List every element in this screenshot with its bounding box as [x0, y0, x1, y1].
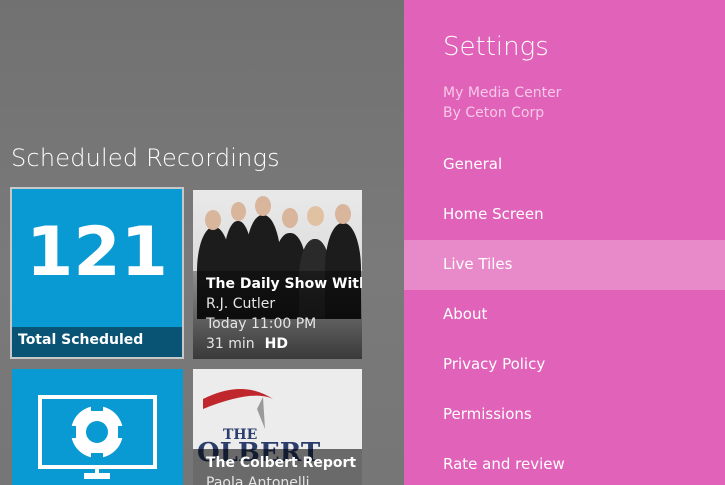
total-count: 121	[26, 213, 168, 292]
settings-item-rate-review[interactable]: Rate and review	[404, 440, 725, 485]
settings-item-live-tiles[interactable]: Live Tiles	[404, 240, 725, 290]
recording-tile-daily-show[interactable]: The Daily Show With Jon Stewart R.J. Cut…	[193, 190, 362, 359]
settings-item-home-screen[interactable]: Home Screen	[404, 190, 725, 240]
total-scheduled-tile[interactable]: 121 Total Scheduled	[10, 187, 184, 359]
show-duration: 31 min	[206, 336, 255, 352]
settings-item-about[interactable]: About	[404, 290, 725, 340]
settings-pane: Settings My Media Center By Ceton Corp G…	[404, 0, 725, 485]
app-publisher: By Ceton Corp	[443, 105, 545, 121]
hd-badge: HD	[264, 336, 289, 352]
show-subtitle: R.J. Cutler	[206, 296, 276, 312]
settings-title: Settings	[443, 32, 549, 62]
settings-item-permissions[interactable]: Permissions	[404, 390, 725, 440]
settings-item-general[interactable]: General	[404, 140, 725, 190]
settings-tile[interactable]	[12, 369, 183, 485]
app-name: My Media Center	[443, 85, 562, 101]
section-title: Scheduled Recordings	[11, 144, 280, 172]
colbert-title: The Colbert Report	[206, 455, 357, 471]
settings-item-privacy-policy[interactable]: Privacy Policy	[404, 340, 725, 390]
colbert-subtitle: Paola Antonelli	[206, 475, 310, 485]
show-title: The Daily Show With Jon Stewart	[206, 276, 362, 292]
app-area: Scheduled Recordings 121 Total Scheduled…	[0, 0, 404, 485]
gear-icon	[38, 395, 157, 479]
total-caption: Total Scheduled	[12, 327, 182, 357]
recording-tile-colbert[interactable]: THE OLBERT The Colbert Report Paola Anto…	[193, 369, 362, 485]
show-meta: 31 min HD	[206, 336, 288, 352]
show-time: Today 11:00 PM	[206, 316, 317, 332]
